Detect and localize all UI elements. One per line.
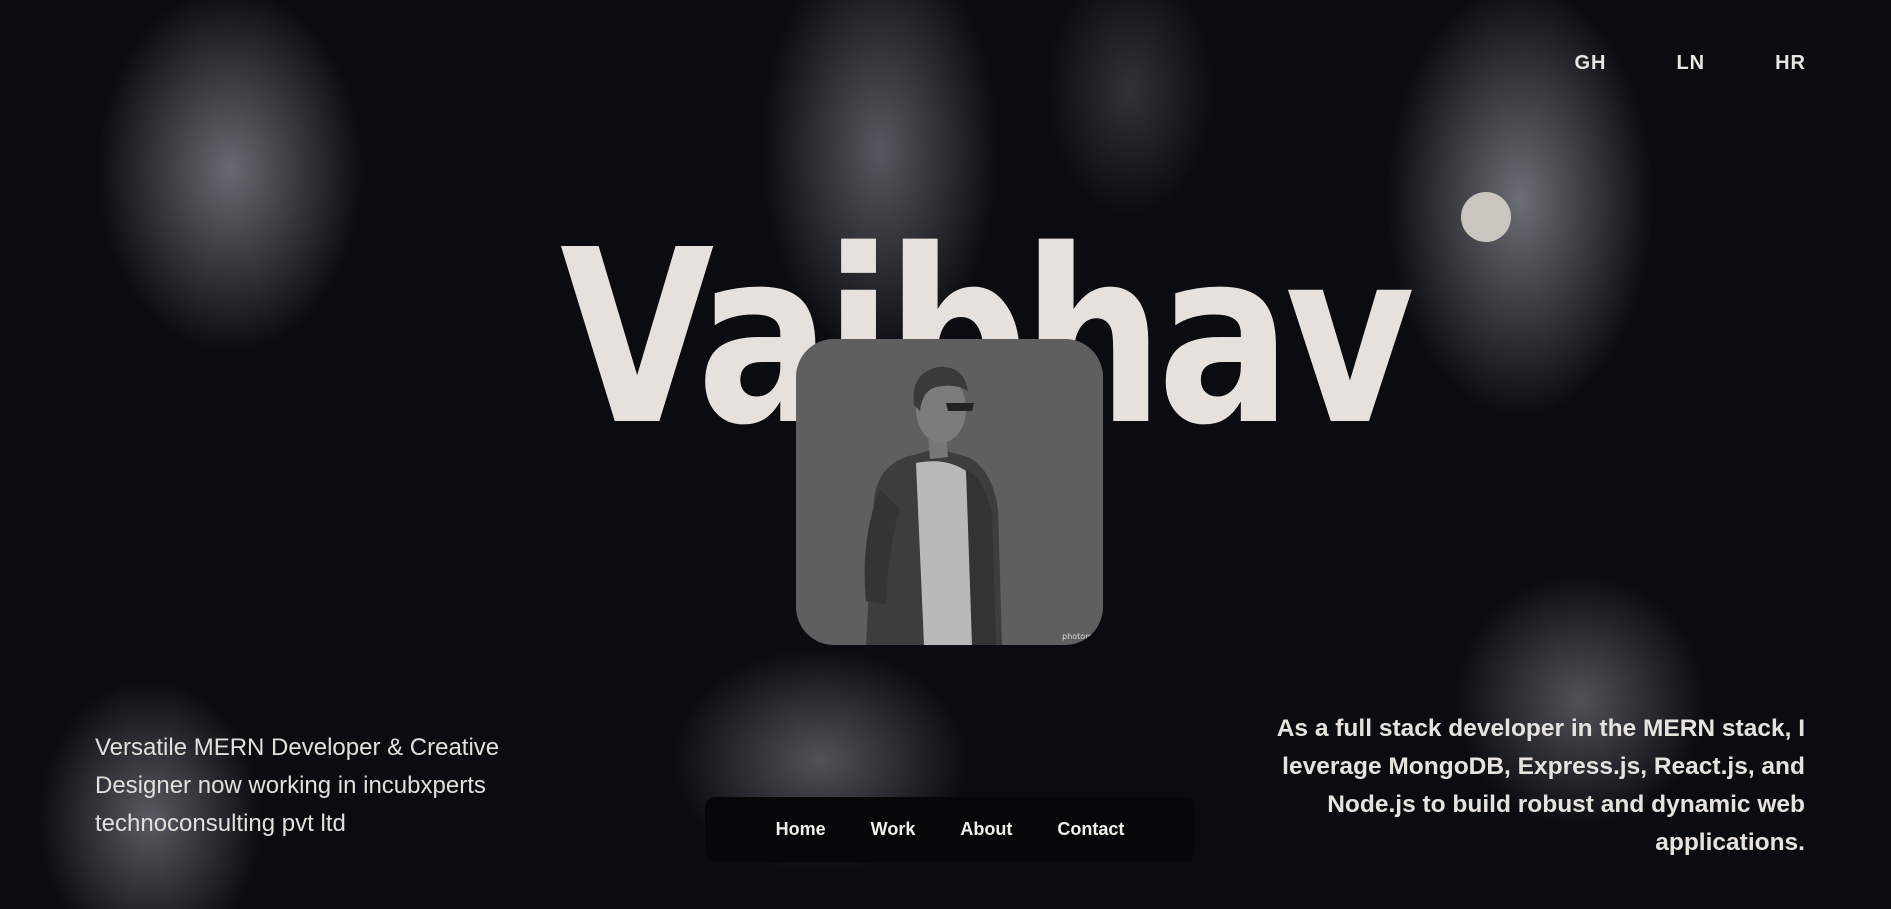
nav-contact[interactable]: Contact [1057,819,1124,840]
social-links: GH LN HR [1504,52,1806,75]
intro-tagline: Versatile MERN Developer & Creative Desi… [95,734,500,837]
cursor-dot [1461,192,1511,242]
nav-work[interactable]: Work [871,819,916,840]
portrait-photo [864,366,1002,645]
about-summary: As a full stack developer in the MERN st… [1276,715,1805,856]
bottom-nav: Home Work About Contact [705,797,1195,862]
nav-about[interactable]: About [960,819,1012,840]
page: GH LN HR Vaibhav photom Versatile MERN D… [0,0,1891,909]
hr-link[interactable]: HR [1775,52,1806,75]
portrait-card: photom [796,339,1103,645]
portrait-watermark: photom [1062,632,1093,641]
github-link[interactable]: GH [1574,52,1606,75]
nav-home[interactable]: Home [776,819,826,840]
linkedin-link[interactable]: LN [1676,52,1705,75]
